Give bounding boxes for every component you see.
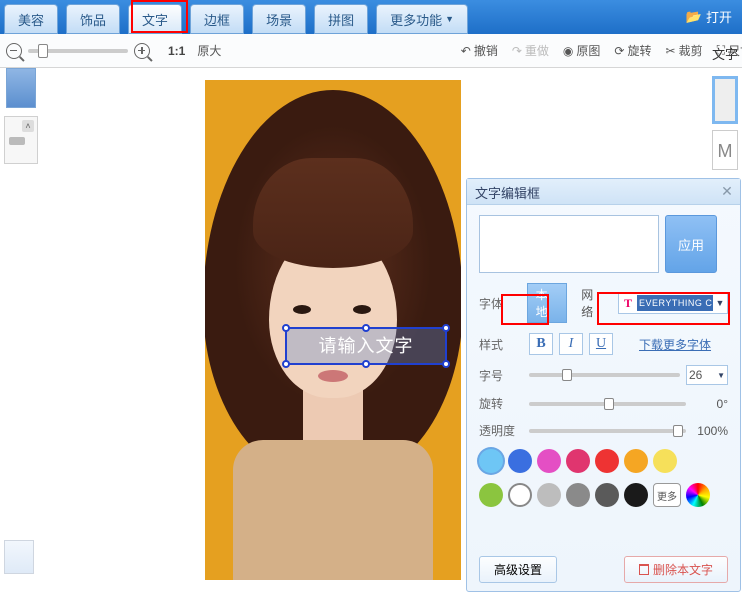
rotate-value: 0° — [692, 397, 728, 411]
color-swatch[interactable] — [537, 449, 561, 473]
resize-handle[interactable] — [442, 360, 450, 368]
resize-handle[interactable] — [362, 360, 370, 368]
eye-icon: ◉ — [563, 44, 573, 58]
left-sidebar: ˄ — [0, 68, 48, 164]
undo-button[interactable]: ↶撤销 — [461, 42, 498, 59]
italic-button[interactable]: I — [559, 333, 583, 355]
underline-button[interactable]: U — [589, 333, 613, 355]
rotate-label: 旋转 — [479, 395, 523, 412]
right-panel-label: 文字 — [712, 44, 738, 63]
rotate-slider[interactable] — [529, 402, 686, 406]
zoom-out-icon[interactable] — [6, 43, 22, 59]
crop-button[interactable]: ✂裁剪 — [666, 42, 703, 59]
color-swatch[interactable] — [624, 449, 648, 473]
resize-handle[interactable] — [362, 324, 370, 332]
font-label: 字体 — [479, 295, 521, 312]
style-label: 样式 — [479, 336, 523, 353]
color-swatch[interactable] — [508, 449, 532, 473]
rotate-button[interactable]: ⟳旋转 — [614, 42, 651, 59]
right-sidebar: M — [712, 76, 742, 170]
tab-scene[interactable]: 场景 — [252, 4, 306, 34]
tab-collage[interactable]: 拼图 — [314, 4, 368, 34]
font-name: EVERYTHING C — [637, 295, 713, 311]
zoom-original[interactable]: 原大 — [197, 42, 221, 59]
chevron-up-icon: ˄ — [22, 120, 34, 132]
text-box-selection[interactable]: 请输入文字 — [285, 327, 447, 365]
redo-button[interactable]: ↷重做 — [512, 42, 549, 59]
download-fonts-link[interactable]: 下载更多字体 — [639, 336, 711, 353]
bold-button[interactable]: B — [529, 333, 553, 355]
main-tabbar: 美容 饰品 文字 边框 场景 拼图 更多功能▼ 📂 打开 — [0, 0, 742, 34]
chevron-down-icon: ▼ — [445, 14, 454, 24]
crop-icon: ✂ — [666, 44, 676, 58]
resize-handle[interactable] — [282, 324, 290, 332]
opacity-slider[interactable] — [529, 429, 686, 433]
folder-icon: 📂 — [686, 9, 702, 25]
size-slider[interactable] — [529, 373, 680, 377]
tab-text[interactable]: 文字 — [128, 4, 182, 34]
undo-icon: ↶ — [461, 44, 471, 58]
resize-handle[interactable] — [442, 324, 450, 332]
color-swatch[interactable] — [653, 449, 677, 473]
redo-icon: ↷ — [512, 44, 522, 58]
color-swatch[interactable] — [595, 449, 619, 473]
color-swatch[interactable] — [479, 449, 503, 473]
panel-title: 文字编辑框 — [475, 186, 540, 201]
font-tab-local[interactable]: 本地 — [527, 283, 568, 323]
left-bottom-button[interactable] — [4, 540, 34, 574]
apply-button[interactable]: 应用 — [665, 215, 717, 273]
color-swatch[interactable] — [479, 483, 503, 507]
left-thumb[interactable] — [6, 68, 36, 108]
advanced-settings-button[interactable]: 高级设置 — [479, 556, 557, 583]
original-image-button[interactable]: ◉原图 — [563, 42, 601, 59]
secondary-toolbar: 1:1 原大 ↶撤销 ↷重做 ◉原图 ⟳旋转 ✂裁剪 ⛶尺寸 — [0, 34, 742, 68]
opacity-label: 透明度 — [479, 422, 523, 439]
font-select[interactable]: T EVERYTHING C ▼ — [618, 292, 728, 314]
color-swatch[interactable] — [508, 483, 532, 507]
tab-border[interactable]: 边框 — [190, 4, 244, 34]
right-thumb-selected[interactable] — [712, 76, 738, 124]
color-swatch[interactable] — [537, 483, 561, 507]
open-button[interactable]: 📂 打开 — [686, 7, 732, 26]
zoom-in-icon[interactable] — [134, 43, 150, 59]
size-select[interactable]: 26▼ — [686, 365, 728, 385]
resize-handle[interactable] — [282, 360, 290, 368]
tab-more[interactable]: 更多功能▼ — [376, 4, 468, 34]
close-icon[interactable]: ✕ — [720, 184, 734, 198]
more-colors-button[interactable]: 更多 — [653, 483, 681, 507]
font-t-icon: T — [619, 296, 637, 311]
chevron-down-icon: ▼ — [713, 298, 727, 308]
delete-text-button[interactable]: 删除本文字 — [624, 556, 728, 583]
text-edit-panel: 文字编辑框 ✕ 应用 字体 本地 网络 T EVERYTHING C ▼ 样式 … — [466, 178, 741, 592]
color-wheel-button[interactable] — [686, 483, 710, 507]
right-thumb-m[interactable]: M — [712, 130, 738, 170]
chevron-down-icon: ▼ — [717, 371, 725, 380]
color-swatch[interactable] — [566, 483, 590, 507]
rotate-icon: ⟳ — [614, 44, 624, 58]
text-placeholder: 请输入文字 — [287, 329, 445, 363]
opacity-value: 100% — [692, 424, 728, 438]
color-palette: 更多 — [479, 449, 728, 507]
color-swatch[interactable] — [566, 449, 590, 473]
font-tab-network[interactable]: 网络 — [573, 284, 612, 322]
left-panel-collapsed[interactable]: ˄ — [4, 116, 38, 164]
text-input[interactable] — [479, 215, 659, 273]
color-swatch[interactable] — [595, 483, 619, 507]
zoom-ratio[interactable]: 1:1 — [168, 44, 185, 58]
color-swatch[interactable] — [624, 483, 648, 507]
trash-icon — [639, 564, 649, 575]
tab-accessory[interactable]: 饰品 — [66, 4, 120, 34]
tab-beauty[interactable]: 美容 — [4, 4, 58, 34]
size-label: 字号 — [479, 367, 523, 384]
zoom-slider[interactable] — [28, 49, 128, 53]
panel-header[interactable]: 文字编辑框 ✕ — [467, 179, 740, 205]
